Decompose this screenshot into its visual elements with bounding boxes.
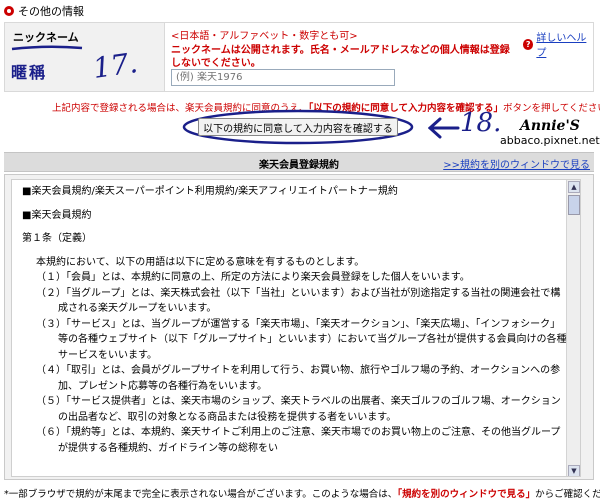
section-title: その他の情報 <box>4 3 84 19</box>
nickname-input[interactable] <box>171 69 395 86</box>
handwritten-number-17: 17. <box>90 46 140 85</box>
nickname-note-privacy: ニックネームは公開されます。氏名・メールアドレスなどの個人情報は登録しないでくだ… <box>171 45 510 69</box>
terms-item: （４）「取引」とは、会員がグループサイトを利用して行う、お買い物、旅行やゴルフ場… <box>36 365 561 392</box>
terms-article: 第１条（定義） <box>22 233 92 244</box>
terms-item: （１）「会員」とは、本規約に同意の上、所定の方法により楽天会員登録をした個人をい… <box>36 272 470 283</box>
scroll-thumb[interactable] <box>568 195 580 215</box>
bullet-circle-icon <box>4 6 14 16</box>
terms-body: 本規約において、以下の用語は以下に定める意味を有するものとします。 （１）「会員… <box>22 255 570 457</box>
terms-scrollbar[interactable]: ▲ ▼ <box>566 180 580 476</box>
terms-heading: ■楽天会員規約 <box>22 209 92 221</box>
nickname-label: ニックネーム <box>13 31 79 44</box>
agree-confirm-button[interactable]: 以下の規約に同意して入力内容を確認する <box>198 118 398 136</box>
section-title-text: その他の情報 <box>18 5 84 18</box>
footer-note-after: からご確認くだ <box>535 489 600 500</box>
terms-heading: ■楽天会員規約/楽天スーパーポイント利用規約/楽天アフィリエイトパートナー規約 <box>22 186 398 197</box>
open-terms-window-link[interactable]: >>規約を別のウィンドウで見る <box>443 156 590 171</box>
nickname-row: ニックネーム 暱稱 17. <日本語・アルファベット・数字とも可> ニックネーム… <box>4 22 594 92</box>
scroll-down-arrow-icon[interactable]: ▼ <box>568 465 580 476</box>
handwritten-nickname-annotation: 暱稱 <box>11 63 48 82</box>
question-icon: ? <box>523 38 534 50</box>
terms-item: （６）「規約等」とは、本規約、楽天サイトご利用上のご注意、楽天市場でのお買い物上… <box>36 427 561 454</box>
terms-item: （３）「サービス」とは、当グループが運営する「楽天市場」、「楽天オークション」、… <box>36 318 567 361</box>
terms-textarea[interactable]: ■楽天会員規約/楽天スーパーポイント利用規約/楽天アフィリエイトパートナー規約 … <box>11 179 581 477</box>
register-instruction-after: ボタンを押してください。 <box>502 103 600 114</box>
help-link[interactable]: ? 詳しいヘルプ <box>523 29 593 59</box>
footer-note: *一部ブラウザで規約が末尾まで完全に表示されない場合がございます。このような場合… <box>4 486 600 500</box>
terms-item: （２）「当グループ」とは、楽天株式会社（以下「当社」といいます）および当社が別途… <box>36 287 561 315</box>
terms-item: （５）「サービス提供者」とは、楽天市場のショップ、楽天トラベルの出展者、楽天ゴル… <box>36 396 561 423</box>
footer-note-before: *一部ブラウザで規約が末尾まで完全に表示されない場合がございます。このような場合… <box>4 489 398 500</box>
terms-panel: ■楽天会員規約/楽天スーパーポイント利用規約/楽天アフィリエイトパートナー規約 … <box>4 174 594 480</box>
scroll-up-arrow-icon[interactable]: ▲ <box>568 181 580 193</box>
handwritten-underline-icon <box>11 45 83 51</box>
nickname-notes: <日本語・アルファベット・数字とも可> ニックネームは公開されます。氏名・メール… <box>171 27 511 70</box>
handwritten-number-18: 18. <box>460 108 502 138</box>
nickname-note-charset: <日本語・アルファベット・数字とも可> <box>171 31 358 42</box>
terms-header: 楽天会員登録規約 >>規約を別のウィンドウで見る <box>4 152 594 172</box>
terms-intro: 本規約において、以下の用語は以下に定める意味を有するものとします。 <box>36 256 365 268</box>
nickname-label-cell: ニックネーム 暱稱 17. <box>5 23 165 91</box>
footer-note-link-text: 「規約を別のウィンドウで見る」 <box>397 489 536 500</box>
watermark-url: abbaco.pixnet.net <box>500 134 600 147</box>
confirm-button-area: 以下の規約に同意して入力内容を確認する <box>182 109 414 145</box>
terms-content: ■楽天会員規約/楽天スーパーポイント利用規約/楽天アフィリエイトパートナー規約 … <box>12 180 580 460</box>
watermark-name: Annie'S <box>520 118 580 134</box>
help-link-text[interactable]: 詳しいヘルプ <box>536 29 593 59</box>
